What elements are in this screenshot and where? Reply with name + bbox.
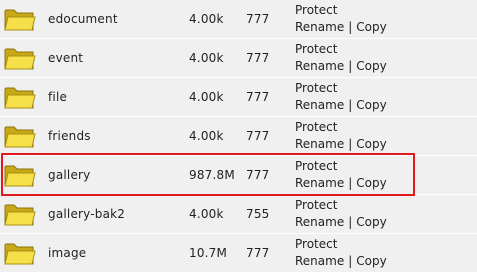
file-row-file: file 4.00k 777 Protect Rename | Copy: [0, 78, 477, 116]
icon-cell: [0, 234, 41, 272]
icon-cell: [0, 0, 41, 38]
file-permissions: 777: [246, 129, 270, 143]
copy-link[interactable]: Copy: [356, 176, 386, 190]
perm-cell: 777: [243, 78, 290, 116]
protect-link[interactable]: Protect: [295, 3, 337, 17]
file-permissions: 777: [246, 51, 270, 65]
file-name-link[interactable]: gallery-bak2: [48, 207, 125, 221]
name-cell: friends: [43, 117, 184, 155]
file-permissions: 777: [246, 90, 270, 104]
rename-link[interactable]: Rename: [295, 215, 344, 229]
file-size: 4.00k: [189, 207, 224, 221]
actions-cell: Protect Rename | Copy: [292, 78, 477, 116]
action-separator: |: [348, 176, 353, 190]
action-separator: |: [348, 59, 353, 73]
actions-cell: Protect Rename | Copy: [292, 156, 477, 194]
file-row-event: event 4.00k 777 Protect Rename | Copy: [0, 39, 477, 77]
perm-cell: 777: [243, 156, 290, 194]
icon-cell: [0, 78, 41, 116]
protect-link[interactable]: Protect: [295, 198, 337, 212]
file-name-link[interactable]: friends: [48, 129, 91, 143]
folder-icon[interactable]: [4, 123, 36, 149]
folder-icon[interactable]: [4, 201, 36, 227]
folder-icon[interactable]: [4, 84, 36, 110]
icon-cell: [0, 39, 41, 77]
action-separator: |: [348, 254, 353, 268]
file-name-link[interactable]: file: [48, 90, 67, 104]
file-name-link[interactable]: gallery: [48, 168, 90, 182]
folder-icon[interactable]: [4, 45, 36, 71]
folder-icon[interactable]: [4, 240, 36, 266]
perm-cell: 777: [243, 39, 290, 77]
protect-link[interactable]: Protect: [295, 81, 337, 95]
copy-link[interactable]: Copy: [356, 20, 386, 34]
file-size: 4.00k: [189, 51, 224, 65]
action-separator: |: [348, 137, 353, 151]
actions-cell: Protect Rename | Copy: [292, 234, 477, 272]
file-name-link[interactable]: image: [48, 246, 86, 260]
name-cell: edocument: [43, 0, 184, 38]
folder-icon[interactable]: [4, 162, 36, 188]
copy-link[interactable]: Copy: [356, 98, 386, 112]
actions-cell: Protect Rename | Copy: [292, 117, 477, 155]
file-size: 4.00k: [189, 90, 224, 104]
perm-cell: 777: [243, 0, 290, 38]
name-cell: gallery-bak2: [43, 195, 184, 233]
size-cell: 4.00k: [186, 78, 241, 116]
file-permissions: 777: [246, 168, 270, 182]
icon-cell: [0, 156, 41, 194]
name-cell: gallery: [43, 156, 184, 194]
rename-link[interactable]: Rename: [295, 59, 344, 73]
protect-link[interactable]: Protect: [295, 120, 337, 134]
file-size: 4.00k: [189, 12, 224, 26]
file-row-friends: friends 4.00k 777 Protect Rename | Copy: [0, 117, 477, 155]
copy-link[interactable]: Copy: [356, 59, 386, 73]
file-row-gallery-bak2: gallery-bak2 4.00k 755 Protect Rename | Co…: [0, 195, 477, 233]
protect-link[interactable]: Protect: [295, 42, 337, 56]
size-cell: 4.00k: [186, 117, 241, 155]
file-name-link[interactable]: event: [48, 51, 83, 65]
file-row-edocument: edocument 4.00k 777 Protect Rename | Copy: [0, 0, 477, 38]
action-separator: |: [348, 20, 353, 34]
file-row-gallery: gallery 987.8M 777 Protect Rename | Copy: [0, 156, 477, 194]
name-cell: file: [43, 78, 184, 116]
size-cell: 4.00k: [186, 195, 241, 233]
copy-link[interactable]: Copy: [356, 215, 386, 229]
size-cell: 4.00k: [186, 0, 241, 38]
file-size: 10.7M: [189, 246, 228, 260]
file-size: 987.8M: [189, 168, 235, 182]
action-separator: |: [348, 215, 353, 229]
size-cell: 10.7M: [186, 234, 241, 272]
action-separator: |: [348, 98, 353, 112]
icon-cell: [0, 195, 41, 233]
size-cell: 4.00k: [186, 39, 241, 77]
actions-cell: Protect Rename | Copy: [292, 195, 477, 233]
protect-link[interactable]: Protect: [295, 159, 337, 173]
perm-cell: 777: [243, 234, 290, 272]
rename-link[interactable]: Rename: [295, 98, 344, 112]
protect-link[interactable]: Protect: [295, 237, 337, 251]
perm-cell: 755: [243, 195, 290, 233]
rename-link[interactable]: Rename: [295, 176, 344, 190]
rename-link[interactable]: Rename: [295, 20, 344, 34]
name-cell: image: [43, 234, 184, 272]
file-permissions: 777: [246, 12, 270, 26]
copy-link[interactable]: Copy: [356, 137, 386, 151]
file-row-image: image 10.7M 777 Protect Rename | Copy: [0, 234, 477, 272]
name-cell: event: [43, 39, 184, 77]
size-cell: 987.8M: [186, 156, 241, 194]
file-size: 4.00k: [189, 129, 224, 143]
rename-link[interactable]: Rename: [295, 254, 344, 268]
file-permissions: 755: [246, 207, 270, 221]
icon-cell: [0, 117, 41, 155]
copy-link[interactable]: Copy: [356, 254, 386, 268]
perm-cell: 777: [243, 117, 290, 155]
rename-link[interactable]: Rename: [295, 137, 344, 151]
folder-icon[interactable]: [4, 6, 36, 32]
actions-cell: Protect Rename | Copy: [292, 0, 477, 38]
file-permissions: 777: [246, 246, 270, 260]
file-name-link[interactable]: edocument: [48, 12, 118, 26]
actions-cell: Protect Rename | Copy: [292, 39, 477, 77]
